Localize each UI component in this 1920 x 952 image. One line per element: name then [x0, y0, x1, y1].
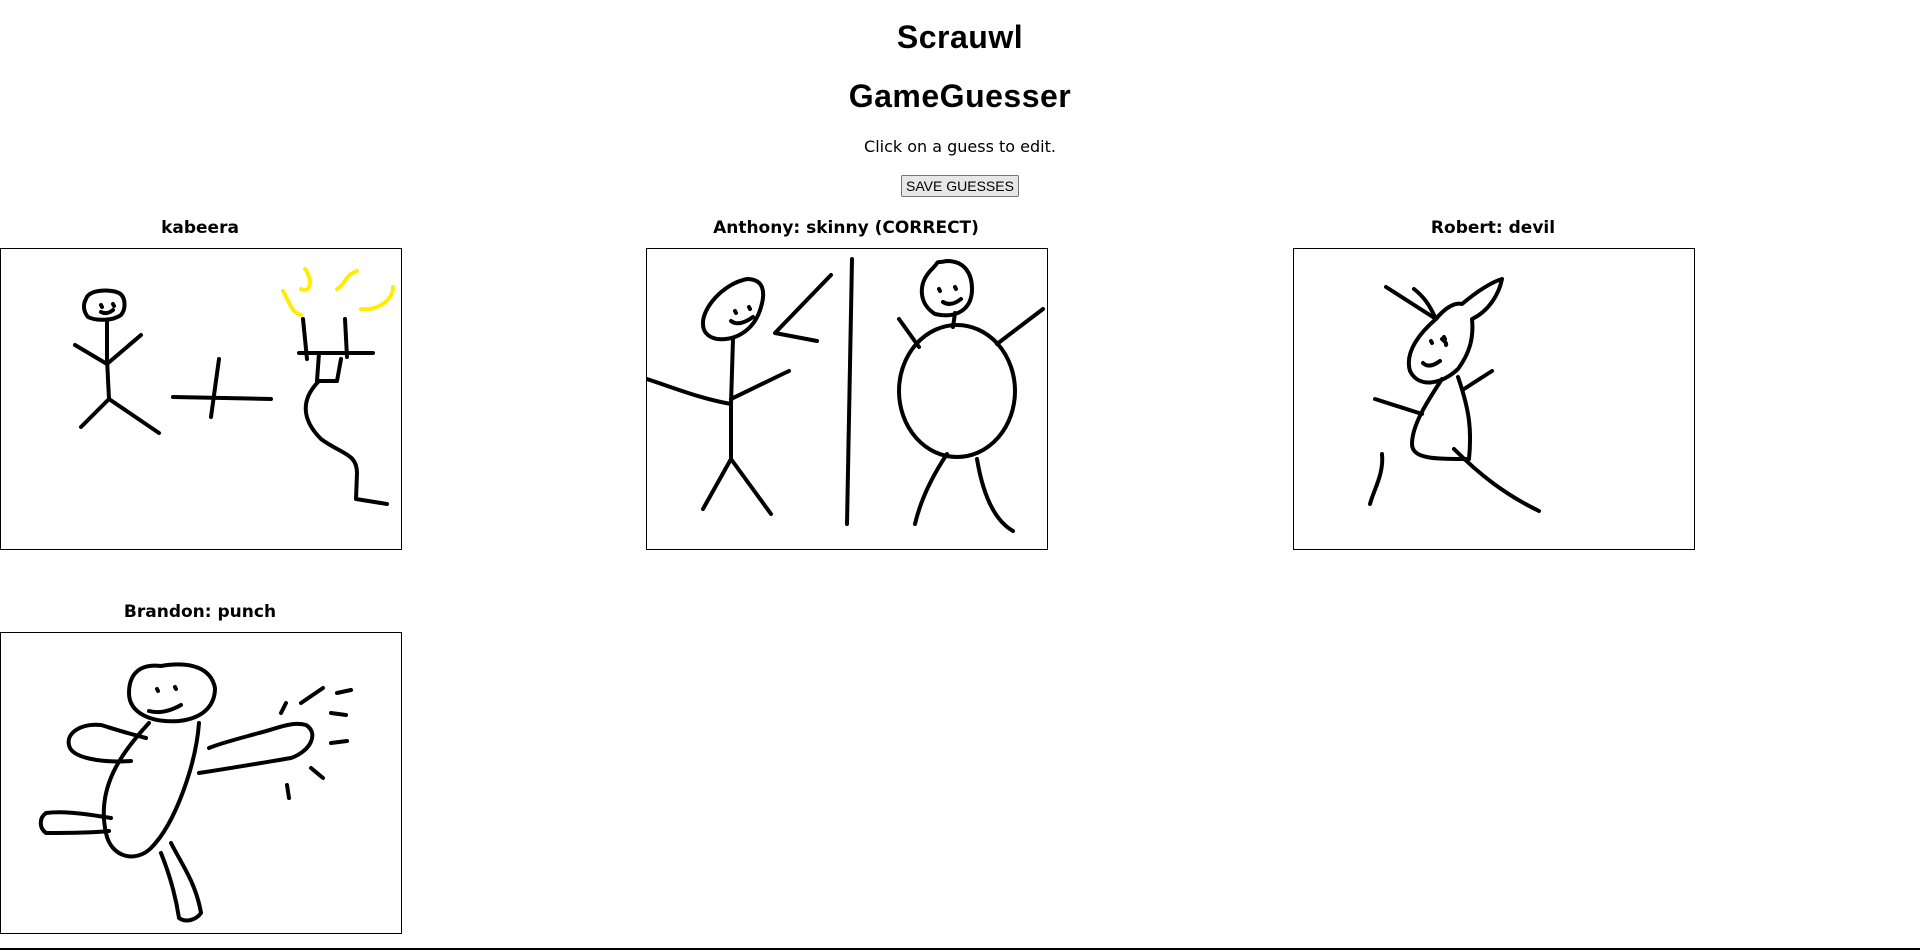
- page-title: GameGuesser: [848, 78, 1072, 114]
- drawing-canvas: [646, 248, 1048, 550]
- app-title: Scrauwl: [896, 19, 1024, 55]
- guess-label[interactable]: Anthony: skinny (CORRECT): [646, 217, 1046, 239]
- guess-label[interactable]: kabeera: [0, 217, 400, 239]
- drawing-canvas: [0, 632, 402, 934]
- drawing-canvas: [1293, 248, 1695, 550]
- drawing-canvas: [0, 248, 402, 550]
- bottom-divider: [0, 948, 1920, 950]
- instructions-text: Click on a guess to edit.: [864, 137, 1056, 156]
- guess-label[interactable]: Brandon: punch: [0, 601, 400, 623]
- save-guesses-button[interactable]: SAVE GUESSES: [901, 175, 1019, 197]
- guess-label[interactable]: Robert: devil: [1293, 217, 1693, 239]
